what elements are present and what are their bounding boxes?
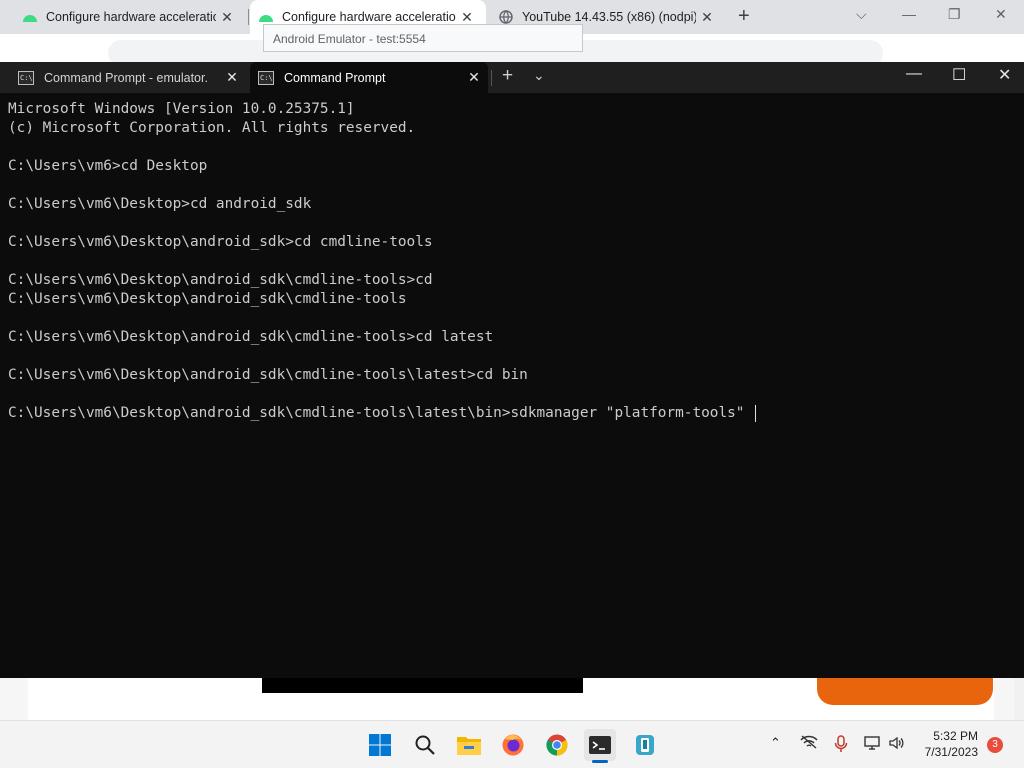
firefox-button[interactable]: [497, 729, 529, 761]
browser-tab-title: Configure hardware acceleration: [46, 10, 216, 24]
notification-badge[interactable]: 3: [987, 737, 1003, 753]
display-icon[interactable]: [864, 735, 882, 754]
text-cursor: [755, 404, 757, 422]
browser-tab-1[interactable]: Configure hardware acceleration ✕: [0, 0, 246, 34]
close-icon[interactable]: ✕: [456, 9, 478, 26]
browser-close-button[interactable]: ✕: [995, 6, 1007, 23]
network-icon[interactable]: [800, 735, 818, 752]
new-terminal-tab-button[interactable]: +: [502, 65, 513, 87]
file-explorer-icon: [457, 737, 481, 755]
orange-button[interactable]: [817, 678, 993, 705]
terminal-icon: [589, 736, 611, 754]
console-line: C:\Users\vm6\Desktop\android_sdk\cmdline…: [8, 367, 528, 383]
tab-command-prompt[interactable]: C:\ Command Prompt ✕: [250, 62, 488, 93]
terminal-button[interactable]: [584, 729, 616, 763]
new-tab-button[interactable]: +: [738, 5, 750, 28]
browser-minimize-button[interactable]: —: [902, 6, 916, 22]
console-output[interactable]: Microsoft Windows [Version 10.0.25375.1]…: [8, 100, 757, 423]
android-icon: [22, 9, 38, 25]
browser-tab-title: YouTube 14.43.55 (x86) (nodpi) (A: [522, 10, 696, 24]
clock-time: 5:32 PM: [933, 729, 978, 743]
microphone-icon[interactable]: [834, 735, 848, 756]
terminal-tab-bar: C:\ Command Prompt - emulator. ✕ C:\ Com…: [0, 62, 1024, 93]
terminal-maximize-button[interactable]: ☐: [952, 65, 966, 85]
emulator-tooltip: Android Emulator - test:5554: [263, 24, 583, 52]
start-icon: [369, 734, 391, 756]
chrome-button[interactable]: [541, 729, 573, 761]
console-line: C:\Users\vm6\Desktop\android_sdk\cmdline…: [8, 272, 433, 288]
console-line: C:\Users\vm6>cd Desktop: [8, 158, 208, 174]
browser-tab-title: Configure hardware acceleration: [282, 10, 456, 24]
start-button[interactable]: [364, 729, 396, 761]
globe-icon: [498, 9, 514, 25]
console-line: C:\Users\vm6\Desktop\android_sdk>cd cmdl…: [8, 234, 433, 250]
terminal-minimize-button[interactable]: —: [906, 65, 922, 83]
console-line: C:\Users\vm6\Desktop\android_sdk\cmdline…: [8, 405, 754, 421]
tray-chevron-icon[interactable]: ⌃: [770, 735, 781, 751]
search-icon: [415, 735, 435, 755]
tab-label: Command Prompt: [284, 70, 386, 85]
android-icon: [258, 9, 274, 25]
firefox-icon: [502, 734, 524, 756]
page-scrollbar[interactable]: [1014, 678, 1024, 720]
taskbar: ⌃ 5:32 PM 7/31/2023 3: [0, 720, 1024, 768]
console-line: C:\Users\vm6\Desktop\android_sdk\cmdline…: [8, 291, 407, 307]
clock-date: 7/31/2023: [924, 745, 978, 759]
phone-link-button[interactable]: [629, 729, 661, 761]
console-line: (c) Microsoft Corporation. All rights re…: [8, 120, 416, 136]
terminal-window[interactable]: C:\ Command Prompt - emulator. ✕ C:\ Com…: [0, 62, 1024, 678]
close-icon[interactable]: ✕: [218, 69, 246, 86]
terminal-close-button[interactable]: ✕: [998, 65, 1011, 85]
chrome-icon: [546, 734, 568, 756]
system-clock[interactable]: 5:32 PM 7/31/2023: [908, 728, 978, 760]
chevron-down-icon[interactable]: ⌄: [533, 67, 545, 84]
close-icon[interactable]: ✕: [216, 9, 238, 26]
cmd-icon: C:\: [258, 70, 274, 85]
tab-label: Command Prompt - emulator.: [44, 70, 208, 85]
browser-restore-button[interactable]: ❐: [948, 6, 961, 23]
tab-search-icon[interactable]: ⌵: [856, 6, 867, 23]
close-icon[interactable]: ✕: [696, 9, 718, 26]
console-line: C:\Users\vm6\Desktop\android_sdk\cmdline…: [8, 329, 494, 345]
phone-link-icon: [636, 735, 654, 755]
close-icon[interactable]: ✕: [460, 69, 488, 86]
file-explorer-button[interactable]: [453, 729, 485, 761]
console-line: Microsoft Windows [Version 10.0.25375.1]: [8, 101, 355, 117]
emulator-window-edge: [262, 678, 583, 693]
cmd-icon: C:\: [18, 70, 34, 85]
search-button[interactable]: [409, 729, 441, 761]
tab-divider: [491, 70, 492, 86]
volume-icon[interactable]: [888, 735, 904, 754]
tab-divider: [248, 9, 249, 25]
console-line: C:\Users\vm6\Desktop>cd android_sdk: [8, 196, 312, 212]
tab-command-prompt-emulator[interactable]: C:\ Command Prompt - emulator. ✕: [8, 62, 246, 93]
